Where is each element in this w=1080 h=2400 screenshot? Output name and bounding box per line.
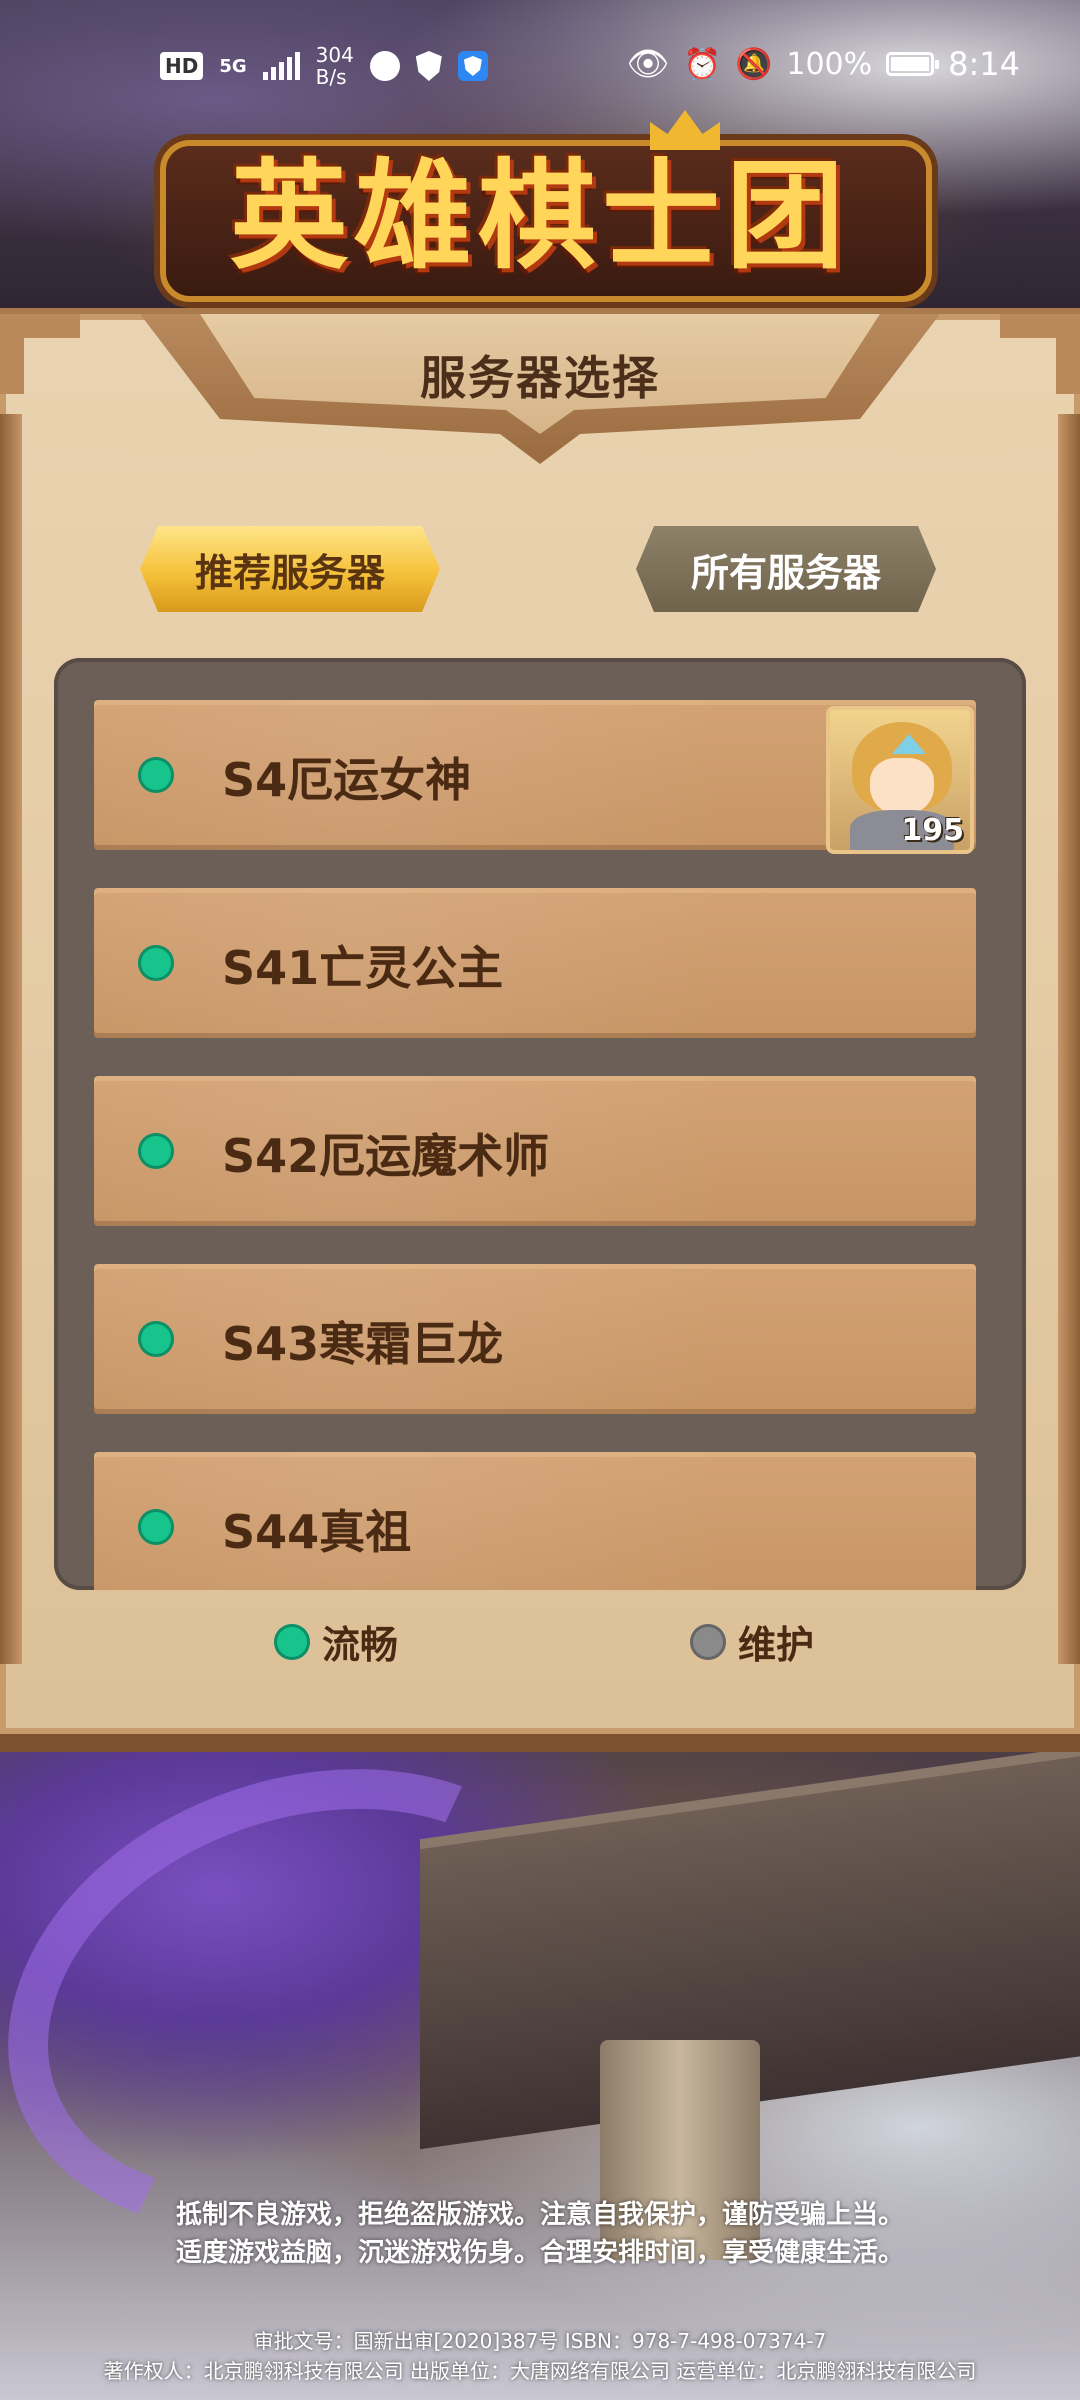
server-row[interactable]: S44真祖 xyxy=(94,1452,976,1590)
alarm-icon: ⏰ xyxy=(683,46,721,82)
server-name: S43寒霜巨龙 xyxy=(222,1317,504,1371)
dialog-title: 服务器选择 xyxy=(420,351,660,405)
hero-avatar: 195 xyxy=(826,706,974,854)
server-name: S4厄运女神 xyxy=(222,753,472,807)
network-type: 5G xyxy=(219,55,247,77)
legend-smooth: 流畅 xyxy=(274,1614,398,1669)
server-row[interactable]: S42厄运魔术师 xyxy=(94,1076,976,1226)
dialog-frame-right xyxy=(1058,414,1080,1664)
server-name: S42厄运魔术师 xyxy=(222,1129,550,1183)
game-logo: 英雄棋士团 xyxy=(160,110,932,302)
tab-recommended-servers[interactable]: 推荐服务器 xyxy=(140,526,440,612)
legend-label: 维护 xyxy=(738,1623,815,1667)
tab-all-servers[interactable]: 所有服务器 xyxy=(636,526,936,612)
status-smooth-icon xyxy=(138,757,174,793)
legend-maintenance: 维护 xyxy=(690,1614,814,1669)
legend-label: 流畅 xyxy=(322,1623,399,1667)
hd-icon: HD xyxy=(160,52,204,80)
battery-icon xyxy=(886,52,940,76)
server-row[interactable]: S43寒霜巨龙 xyxy=(94,1264,976,1414)
server-list[interactable]: S4厄运女神 195 S41亡灵公主 S42厄运魔术师 S43寒霜巨龙 S44真… xyxy=(54,658,1026,1590)
hero-level: 195 xyxy=(901,813,964,848)
clock: 8:14 xyxy=(948,45,1020,83)
smooth-dot-icon xyxy=(274,1623,310,1660)
server-name: S41亡灵公主 xyxy=(222,941,504,995)
eye-icon: 👁 xyxy=(626,44,670,84)
maintenance-dot-icon xyxy=(690,1623,726,1660)
status-smooth-icon xyxy=(138,1321,174,1357)
status-smooth-icon xyxy=(138,1133,174,1169)
signal-icon xyxy=(262,52,300,80)
mute-icon: 🔕 xyxy=(735,46,773,82)
logo-text: 英雄棋士团 xyxy=(229,145,850,285)
status-smooth-icon xyxy=(138,1509,174,1545)
status-smooth-icon xyxy=(138,945,174,981)
battery-percent: 100% xyxy=(786,46,873,82)
dialog-frame-left xyxy=(0,414,22,1664)
health-notice: 抵制不良游戏，拒绝盗版游戏。注意自我保护，谨防受骗上当。 适度游戏益脑，沉迷游戏… xyxy=(175,2200,904,2268)
security-app-icon xyxy=(457,51,488,81)
copyright-info: 审批文号：国新出审[2020]387号 ISBN：978-7-498-07374… xyxy=(103,2329,977,2383)
server-row[interactable]: S4厄运女神 195 xyxy=(94,700,976,854)
net-speed: 304 B/s xyxy=(315,43,354,89)
server-name: S44真祖 xyxy=(222,1505,412,1559)
shield-icon xyxy=(415,51,442,81)
server-select-dialog: 服务器选择 推荐服务器 所有服务器 S4厄运女神 195 S41亡灵公主 S42… xyxy=(0,308,1080,1752)
browser-icon xyxy=(369,51,400,81)
server-row[interactable]: S41亡灵公主 xyxy=(94,888,976,1038)
